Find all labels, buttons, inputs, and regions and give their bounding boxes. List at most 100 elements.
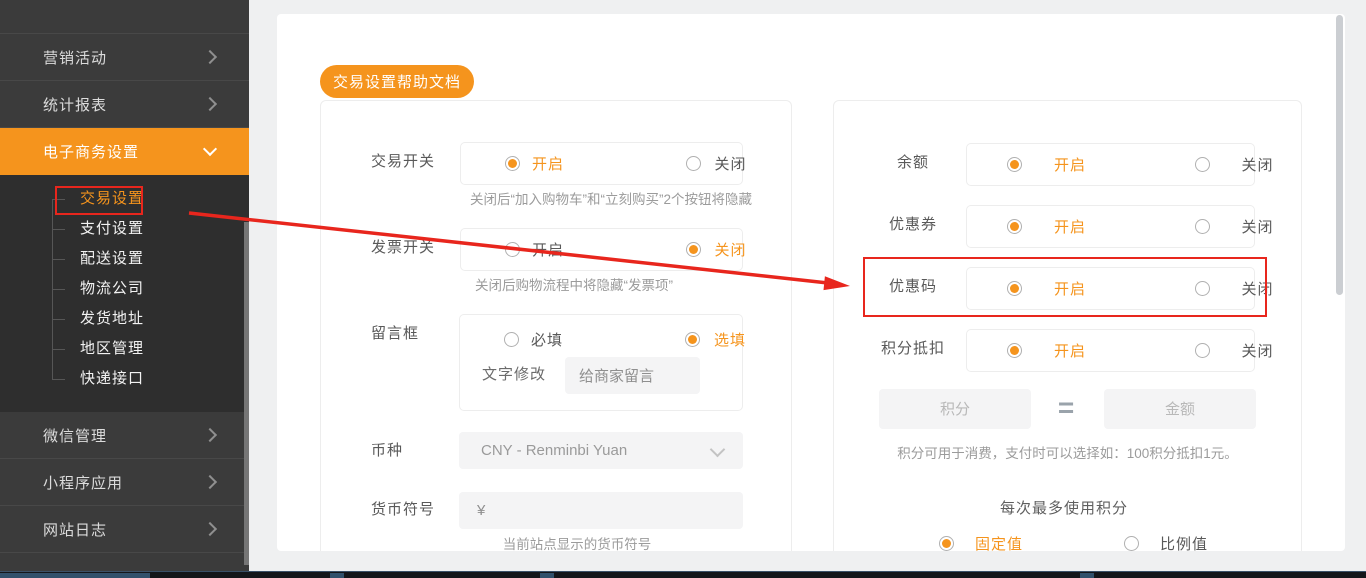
radio-option-label[interactable]: 固定值 bbox=[975, 533, 1023, 552]
text-edit-label: 文字修改 bbox=[482, 366, 547, 383]
fixed-value-option[interactable]: 固定值 bbox=[939, 533, 1023, 551]
radio-option-label[interactable]: 比例值 bbox=[1160, 533, 1208, 552]
message-required-option[interactable]: 必填 bbox=[460, 329, 645, 350]
message-box-label: 留言框 bbox=[371, 325, 420, 342]
ratio-value-option[interactable]: 比例值 bbox=[1124, 533, 1208, 551]
invoice-switch-group: 开启 关闭 bbox=[460, 228, 746, 271]
trade-switch-label: 交易开关 bbox=[371, 153, 436, 170]
radio-option-label[interactable]: 选填 bbox=[714, 329, 746, 350]
sidebar-item-marketing[interactable]: 营销活动 bbox=[0, 34, 249, 81]
radio-option-label[interactable]: 开启 bbox=[1054, 340, 1086, 361]
invoice-switch-helper: 关闭后购物流程中将隐藏“发票项” bbox=[475, 278, 673, 293]
radio-option-label[interactable]: 开启 bbox=[532, 153, 564, 174]
radio-unselected-icon[interactable] bbox=[1124, 535, 1139, 551]
balance-on-option[interactable]: 开启 bbox=[967, 154, 1151, 175]
currency-symbol-label: 货币符号 bbox=[371, 501, 436, 518]
sidebar-item-label: 微信管理 bbox=[43, 427, 108, 445]
trade-switch-helper: 关闭后“加入购物车”和“立刻购买”2个按钮将隐藏 bbox=[470, 192, 752, 207]
radio-option-label[interactable]: 开启 bbox=[1054, 216, 1086, 237]
radio-selected-icon[interactable] bbox=[1007, 157, 1022, 172]
trade-settings-card: 交易开关 开启 关闭 关闭后“加入购物车”和“立刻购买”2个按钮将隐藏 发票开关 bbox=[320, 100, 792, 551]
sidebar-item-ecommerce-settings[interactable]: 电子商务设置 bbox=[0, 128, 249, 175]
coupon-on-option[interactable]: 开启 bbox=[967, 216, 1151, 237]
radio-option-label[interactable]: 关闭 bbox=[715, 239, 747, 260]
sidebar-item-site-logs[interactable]: 网站日志 bbox=[0, 506, 249, 553]
radio-selected-icon[interactable] bbox=[505, 156, 520, 171]
invoice-switch-off-option[interactable]: 关闭 bbox=[646, 239, 747, 260]
app-window: 营销活动 统计报表 电子商务设置 交易设置 支付设置 配送设置 物流公司 发货地… bbox=[0, 0, 1366, 578]
sidebar-item-wechat[interactable]: 微信管理 bbox=[0, 412, 249, 459]
help-doc-button[interactable]: 交易设置帮助文档 bbox=[320, 65, 474, 98]
trade-switch-off-option[interactable]: 关闭 bbox=[646, 153, 747, 174]
trade-switch-on-option[interactable]: 开启 bbox=[461, 153, 646, 174]
sidebar-item-label: 电子商务设置 bbox=[43, 144, 140, 161]
coupon-group: 开启 关闭 bbox=[966, 205, 1273, 248]
radio-option-label[interactable]: 关闭 bbox=[1242, 216, 1274, 237]
balance-off-option[interactable]: 关闭 bbox=[1151, 154, 1274, 175]
panel-scrollbar-thumb[interactable] bbox=[1336, 15, 1343, 295]
invoice-switch-on-option[interactable]: 开启 bbox=[461, 239, 646, 260]
submenu-item-delivery-settings[interactable]: 配送设置 bbox=[0, 244, 249, 274]
sidebar-item-label: 小程序应用 bbox=[43, 474, 124, 492]
radio-unselected-icon[interactable] bbox=[504, 331, 519, 347]
submenu-item-shipping-address[interactable]: 发货地址 bbox=[0, 304, 249, 334]
points-input[interactable] bbox=[879, 389, 1031, 429]
radio-selected-icon[interactable] bbox=[939, 535, 954, 551]
radio-selected-icon[interactable] bbox=[685, 331, 700, 347]
taskbar-segment bbox=[0, 573, 150, 578]
radio-option-label[interactable]: 开启 bbox=[532, 239, 564, 260]
currency-select-value: CNY - Renminbi Yuan bbox=[481, 442, 628, 459]
radio-option-label[interactable]: 必填 bbox=[531, 329, 563, 350]
sidebar-item-label: 网站日志 bbox=[43, 521, 108, 539]
points-deduction-group: 开启 关闭 bbox=[966, 329, 1273, 372]
radio-unselected-icon[interactable] bbox=[1194, 343, 1210, 358]
submenu-item-payment-settings[interactable]: 支付设置 bbox=[0, 214, 249, 244]
sidebar: 营销活动 统计报表 电子商务设置 交易设置 支付设置 配送设置 物流公司 发货地… bbox=[0, 0, 249, 571]
radio-unselected-icon[interactable] bbox=[1194, 157, 1210, 172]
points-deduction-label: 积分抵扣 bbox=[880, 340, 945, 357]
message-optional-option[interactable]: 选填 bbox=[645, 329, 746, 350]
max-points-title: 每次最多使用积分 bbox=[999, 500, 1128, 517]
radio-option-label[interactable]: 关闭 bbox=[1242, 154, 1274, 175]
radio-option-label[interactable]: 开启 bbox=[1054, 154, 1086, 175]
annotation-box-promo-code bbox=[863, 257, 1267, 317]
currency-label: 币种 bbox=[371, 442, 404, 459]
points-deduction-off-option[interactable]: 关闭 bbox=[1151, 340, 1274, 361]
radio-unselected-icon[interactable] bbox=[505, 242, 520, 257]
currency-symbol-input[interactable] bbox=[459, 492, 743, 529]
chevron-right-icon bbox=[202, 521, 218, 537]
submenu-item-region-management[interactable]: 地区管理 bbox=[0, 334, 249, 364]
sidebar-item-label: 营销活动 bbox=[43, 49, 108, 67]
currency-select[interactable]: CNY - Renminbi Yuan bbox=[459, 432, 743, 469]
points-deduction-on-option[interactable]: 开启 bbox=[967, 340, 1151, 361]
submenu-item-express-api[interactable]: 快递接口 bbox=[0, 364, 249, 394]
radio-selected-icon[interactable] bbox=[1007, 343, 1022, 358]
balance-label: 余额 bbox=[896, 154, 929, 171]
radio-option-label[interactable]: 关闭 bbox=[1242, 340, 1274, 361]
points-rate-helper: 积分可用于消费，支付时可以选择如：100积分抵扣1元。 bbox=[897, 446, 1238, 461]
sidebar-item-label: 统计报表 bbox=[43, 96, 108, 114]
radio-selected-icon[interactable] bbox=[1007, 219, 1022, 234]
taskbar-segment bbox=[1080, 573, 1094, 578]
radio-unselected-icon[interactable] bbox=[685, 156, 701, 171]
trade-switch-group: 开启 关闭 bbox=[460, 142, 746, 185]
currency-symbol-helper: 当前站点显示的货币符号 bbox=[502, 537, 652, 551]
submenu-item-logistics-company[interactable]: 物流公司 bbox=[0, 274, 249, 304]
message-text-input[interactable] bbox=[565, 357, 700, 394]
coupon-label: 优惠券 bbox=[888, 216, 937, 233]
radio-option-label[interactable]: 关闭 bbox=[715, 153, 747, 174]
sidebar-item-miniprogram[interactable]: 小程序应用 bbox=[0, 459, 249, 506]
balance-group: 开启 关闭 bbox=[966, 143, 1273, 186]
radio-unselected-icon[interactable] bbox=[1194, 219, 1210, 234]
chevron-down-icon bbox=[202, 141, 218, 157]
radio-selected-icon[interactable] bbox=[685, 242, 701, 257]
message-box-group: 必填 选填 文字修改 bbox=[459, 314, 746, 411]
sidebar-scrollbar-thumb[interactable] bbox=[244, 222, 249, 565]
chevron-right-icon bbox=[202, 474, 218, 490]
taskbar-segment bbox=[540, 573, 554, 578]
amount-input[interactable] bbox=[1104, 389, 1256, 429]
coupon-off-option[interactable]: 关闭 bbox=[1151, 216, 1274, 237]
chevron-right-icon bbox=[202, 96, 218, 112]
sidebar-item-reports[interactable]: 统计报表 bbox=[0, 81, 249, 128]
taskbar-segment bbox=[330, 573, 344, 578]
